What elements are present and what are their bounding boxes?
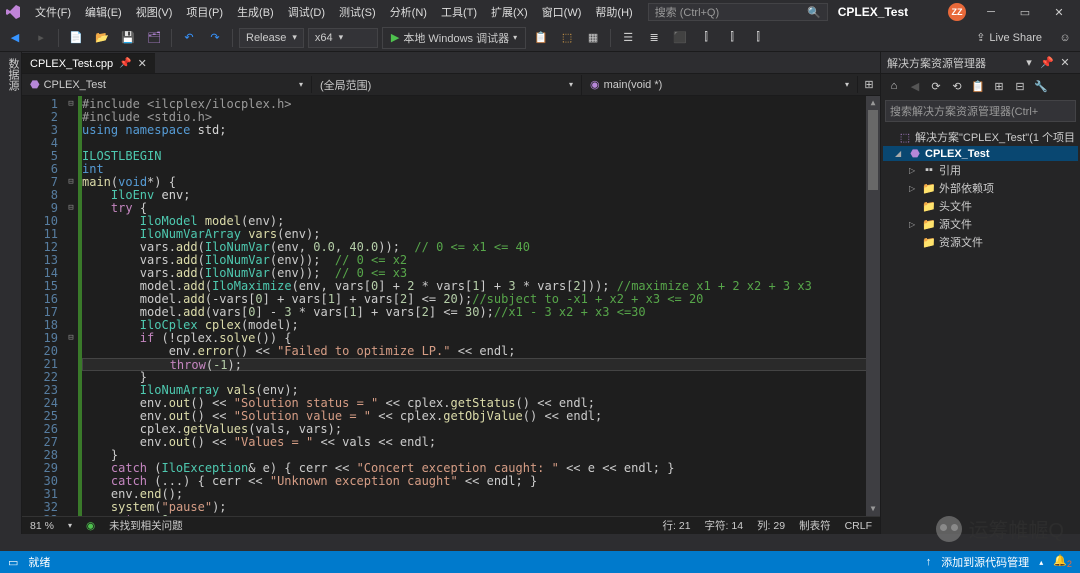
start-debug-button[interactable]: ▶本地 Windows 调试器▾ — [382, 27, 526, 49]
nav-back-icon[interactable]: ◀ — [4, 27, 26, 49]
sln-search[interactable]: 搜索解决方案资源管理器(Ctrl+ — [885, 100, 1076, 122]
sln-tb7[interactable]: ⊟ — [1011, 77, 1029, 95]
undo-icon[interactable]: ↶ — [178, 27, 200, 49]
sln-home-icon[interactable]: ⌂ — [885, 77, 903, 95]
status-ready-icon: ▭ — [8, 556, 18, 569]
tb-icon-8[interactable]: ⫿ — [721, 27, 743, 49]
status-char[interactable]: 字符: 14 — [705, 518, 744, 533]
nav-scope2[interactable]: (全局范围)▾ — [312, 75, 582, 95]
menu-build[interactable]: 生成(B) — [230, 1, 281, 23]
scrollbar[interactable]: ▲ ▼ — [866, 96, 880, 516]
tab-cplex-test[interactable]: CPLEX_Test.cpp 📌 ✕ — [22, 53, 155, 73]
sln-pin-icon[interactable]: 📌 — [1038, 54, 1056, 72]
sln-sync-icon[interactable]: ⟳ — [927, 77, 945, 95]
scroll-thumb[interactable] — [868, 110, 878, 190]
fold-column[interactable]: ⊟⊟⊟⊟ — [64, 96, 78, 516]
status-bell-icon[interactable]: 🔔2 — [1053, 554, 1072, 569]
wechat-icon — [936, 516, 962, 542]
sln-resources[interactable]: 📁资源文件 — [883, 233, 1078, 251]
vs-logo — [4, 3, 22, 21]
menu-file[interactable]: 文件(F) — [28, 1, 78, 23]
search-placeholder: 搜索 (Ctrl+Q) — [655, 4, 719, 20]
tb-icon-9[interactable]: ⫿ — [747, 27, 769, 49]
sln-tb5[interactable]: 📋 — [969, 77, 987, 95]
sln-sources[interactable]: ▷📁源文件 — [883, 215, 1078, 233]
zoom-level[interactable]: 81 % — [30, 520, 54, 532]
line-gutter: 1234567891011121314151617181920212223242… — [22, 96, 64, 516]
tb-icon-3[interactable]: ▦ — [582, 27, 604, 49]
menu-analyze[interactable]: 分析(N) — [383, 1, 434, 23]
status-src-icon[interactable]: ↑ — [926, 556, 932, 568]
menu-view[interactable]: 视图(V) — [129, 1, 180, 23]
feedback-icon[interactable]: ☺ — [1054, 27, 1076, 49]
menu-test[interactable]: 测试(S) — [332, 1, 383, 23]
status-src[interactable]: 添加到源代码管理 — [941, 554, 1029, 570]
tb-icon-1[interactable]: 📋 — [530, 27, 552, 49]
sln-refs[interactable]: ▷▪▪引用 — [883, 161, 1078, 179]
new-file-icon[interactable]: 📄 — [65, 27, 87, 49]
platform-select[interactable]: x64 — [308, 28, 378, 48]
menu-edit[interactable]: 编辑(E) — [78, 1, 129, 23]
scroll-down-icon[interactable]: ▼ — [866, 502, 880, 516]
save-icon[interactable]: 💾 — [117, 27, 139, 49]
tab-label: CPLEX_Test.cpp — [30, 58, 113, 70]
nav-forward-icon[interactable]: ▸ — [30, 27, 52, 49]
maximize-button[interactable]: ▭ — [1008, 0, 1042, 24]
sln-ext[interactable]: ▷📁外部依赖项 — [883, 179, 1078, 197]
menu-tools[interactable]: 工具(T) — [434, 1, 484, 23]
menu-window[interactable]: 窗口(W) — [535, 1, 589, 23]
pin-icon[interactable]: 📌 — [119, 58, 131, 69]
status-line[interactable]: 行: 21 — [663, 518, 691, 533]
redo-icon[interactable]: ↷ — [204, 27, 226, 49]
config-select[interactable]: Release — [239, 28, 304, 48]
watermark: 运筹帷幄Q — [936, 514, 1064, 543]
tb-icon-6[interactable]: ⬛ — [669, 27, 691, 49]
tb-icon-5[interactable]: ≣ — [643, 27, 665, 49]
close-button[interactable]: ✕ — [1042, 0, 1076, 24]
play-icon: ▶ — [391, 31, 399, 44]
sln-dropdown-icon[interactable]: ▾ — [1020, 54, 1038, 72]
search-icon: 🔍 — [807, 6, 821, 19]
menu-help[interactable]: 帮助(H) — [588, 1, 639, 23]
status-ready: 就绪 — [28, 554, 50, 570]
search-box[interactable]: 搜索 (Ctrl+Q) 🔍 — [648, 3, 828, 21]
open-icon[interactable]: 📂 — [91, 27, 113, 49]
sln-close-icon[interactable]: ✕ — [1056, 54, 1074, 72]
status-col[interactable]: 列: 29 — [757, 518, 785, 533]
save-all-icon[interactable]: 🗂 — [143, 27, 165, 49]
minimize-button[interactable]: ─ — [974, 0, 1008, 24]
sln-project[interactable]: ◢⬣CPLEX_Test — [883, 146, 1078, 161]
issues-ok-icon: ◉ — [86, 520, 95, 532]
issues-text[interactable]: 未找到相关问题 — [109, 518, 183, 533]
avatar[interactable]: ZZ — [948, 3, 966, 21]
sln-back-icon[interactable]: ◀ — [906, 77, 924, 95]
tb-icon-4[interactable]: ☰ — [617, 27, 639, 49]
status-eol[interactable]: CRLF — [845, 520, 872, 532]
status-tabs[interactable]: 制表符 — [799, 518, 831, 533]
menu-debug[interactable]: 调试(D) — [281, 1, 332, 23]
sln-refresh-icon[interactable]: ⟲ — [948, 77, 966, 95]
scroll-up-icon[interactable]: ▲ — [866, 96, 880, 110]
sln-headers[interactable]: 📁头文件 — [883, 197, 1078, 215]
menu-extensions[interactable]: 扩展(X) — [484, 1, 535, 23]
tb-icon-2[interactable]: ⬚ — [556, 27, 578, 49]
sln-root[interactable]: ⬚解决方案"CPLEX_Test"(1 个项目 — [883, 128, 1078, 146]
code-area[interactable]: #include <ilcplex/ilocplex.h>#include <s… — [82, 96, 880, 516]
solution-name: CPLEX_Test — [838, 5, 908, 19]
sln-settings-icon[interactable]: 🔧 — [1032, 77, 1050, 95]
sln-title: 解决方案资源管理器 — [887, 55, 986, 71]
left-rail-datasource[interactable]: 数据源 — [0, 52, 22, 534]
menu-bar: 文件(F) 编辑(E) 视图(V) 项目(P) 生成(B) 调试(D) 测试(S… — [28, 1, 640, 23]
nav-scope[interactable]: ⬣CPLEX_Test▾ — [22, 76, 312, 93]
tab-close-icon[interactable]: ✕ — [138, 57, 147, 70]
share-icon: ⇪ — [976, 31, 985, 44]
tb-icon-7[interactable]: ⫿ — [695, 27, 717, 49]
sln-tb6[interactable]: ⊞ — [990, 77, 1008, 95]
nav-func[interactable]: ◉main(void *)▾ — [582, 76, 858, 93]
live-share[interactable]: ⇪Live Share — [968, 31, 1050, 44]
nav-split-icon[interactable]: ⊞ — [858, 74, 880, 96]
menu-project[interactable]: 项目(P) — [179, 1, 230, 23]
